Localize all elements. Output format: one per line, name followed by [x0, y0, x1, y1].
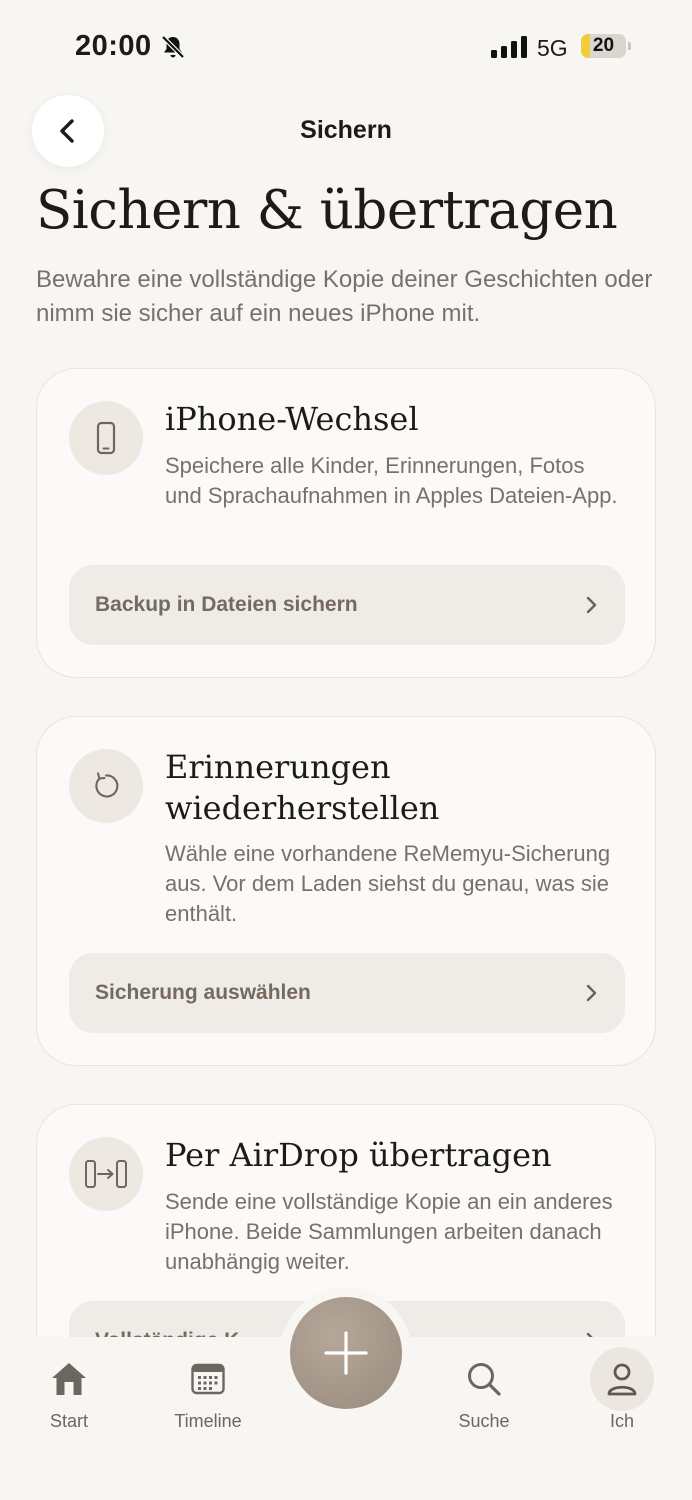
tab-label: Ich	[609, 1411, 634, 1431]
chevron-right-icon	[586, 984, 597, 1002]
card-description: Speichere alle Kinder, Erinnerungen, Fot…	[165, 453, 618, 508]
action-label: Backup in Dateien sichern	[95, 593, 358, 616]
restore-icon	[95, 772, 119, 798]
person-icon	[598, 1355, 646, 1403]
choose-backup-button[interactable]: Sicherung auswählen	[69, 953, 625, 1033]
card-title: iPhone-Wechsel	[165, 400, 419, 438]
tab-label: Timeline	[174, 1411, 242, 1431]
card-icon-container	[69, 1137, 143, 1211]
action-label: Sicherung auswählen	[95, 981, 311, 1004]
airdrop-transfer-icon	[85, 1160, 127, 1188]
status-time: 20:00	[75, 30, 152, 62]
home-icon	[45, 1355, 93, 1403]
chevron-right-icon	[586, 596, 597, 614]
card-title: Erinnerungen wiederherstellen	[165, 748, 440, 827]
cellular-signal-icon	[491, 36, 527, 58]
page-title: Sichern & übertragen	[36, 180, 618, 241]
card-icon-container	[69, 749, 143, 823]
network-type: 5G	[537, 35, 568, 61]
battery-indicator: 20	[581, 34, 631, 58]
tab-search[interactable]: Suche	[434, 1355, 534, 1435]
status-bar: 20:00 5G 20	[0, 0, 692, 95]
card-description: Sende eine vollständige Kopie an ein and…	[165, 1189, 613, 1274]
tab-label: Start	[49, 1411, 88, 1431]
iphone-icon	[96, 421, 116, 455]
card-icon-container	[69, 401, 143, 475]
search-icon	[460, 1355, 508, 1403]
tab-label: Suche	[458, 1411, 510, 1431]
card-iphone-switch: iPhone-Wechsel Speichere alle Kinder, Er…	[36, 368, 656, 678]
page-subtitle: Bewahre eine vollständige Kopie deiner G…	[36, 266, 653, 327]
battery-level: 20	[592, 35, 615, 56]
add-button[interactable]	[290, 1297, 402, 1409]
calendar-icon	[184, 1355, 232, 1403]
card-title: Per AirDrop übertragen	[165, 1136, 552, 1174]
nav-title: Sichern	[300, 116, 392, 144]
backup-to-files-button[interactable]: Backup in Dateien sichern	[69, 565, 625, 645]
plus-icon	[324, 1331, 368, 1375]
bell-slash-icon	[161, 35, 185, 59]
tab-timeline[interactable]: Timeline	[158, 1355, 258, 1435]
tab-start[interactable]: Start	[19, 1355, 119, 1435]
card-restore-memories: Erinnerungen wiederherstellen Wähle eine…	[36, 716, 656, 1066]
tab-me[interactable]: Ich	[572, 1347, 672, 1435]
card-description: Wähle eine vorhandene ReMemyu-Sicherung …	[165, 841, 611, 926]
